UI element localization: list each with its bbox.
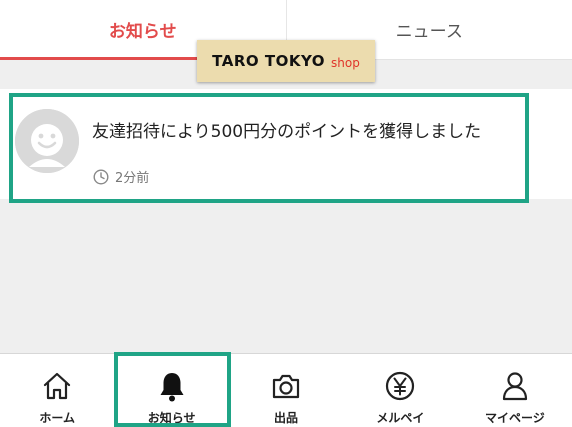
nav-item-merpay[interactable]: メルペイ: [343, 354, 457, 427]
nav-item-home[interactable]: ホーム: [0, 354, 114, 427]
nav-label: 出品: [274, 411, 299, 425]
watermark-banner: TARO TOKYO shop: [197, 40, 375, 82]
tab-label: ニュース: [395, 22, 463, 42]
user-face-icon: [15, 109, 79, 173]
nav-item-sell[interactable]: 出品: [229, 354, 343, 427]
camera-icon: [272, 374, 300, 399]
bell-icon: [160, 373, 184, 402]
nav-item-notifications[interactable]: お知らせ: [114, 354, 228, 427]
clock-icon: [93, 168, 109, 185]
person-icon: [502, 372, 527, 401]
watermark-suffix: shop: [331, 55, 360, 70]
nav-label: ホーム: [39, 411, 76, 425]
notification-message: 友達招待により500円分のポイントを獲得しました: [92, 122, 482, 142]
app-screen: お知らせ ニュース TARO TOKYO shop 友達招待により500円分のポ…: [0, 0, 572, 427]
watermark-brand: TARO TOKYO: [212, 52, 326, 70]
nav-item-mypage[interactable]: マイページ: [458, 354, 572, 427]
time-label: 2分前: [115, 171, 150, 186]
bottom-navigation: ホーム お知らせ 出品 メルペイ マイページ: [0, 353, 572, 427]
nav-label: お知らせ: [147, 411, 196, 425]
nav-label: マイページ: [484, 411, 545, 425]
avatar: [15, 109, 79, 173]
notification-time: 2分前: [93, 167, 149, 186]
yen-icon: [386, 371, 415, 401]
home-icon: [44, 372, 71, 400]
notification-item[interactable]: 友達招待により500円分のポイントを獲得しました 2分前: [0, 89, 572, 199]
nav-label: メルペイ: [376, 411, 425, 425]
tab-label: お知らせ: [108, 22, 177, 42]
